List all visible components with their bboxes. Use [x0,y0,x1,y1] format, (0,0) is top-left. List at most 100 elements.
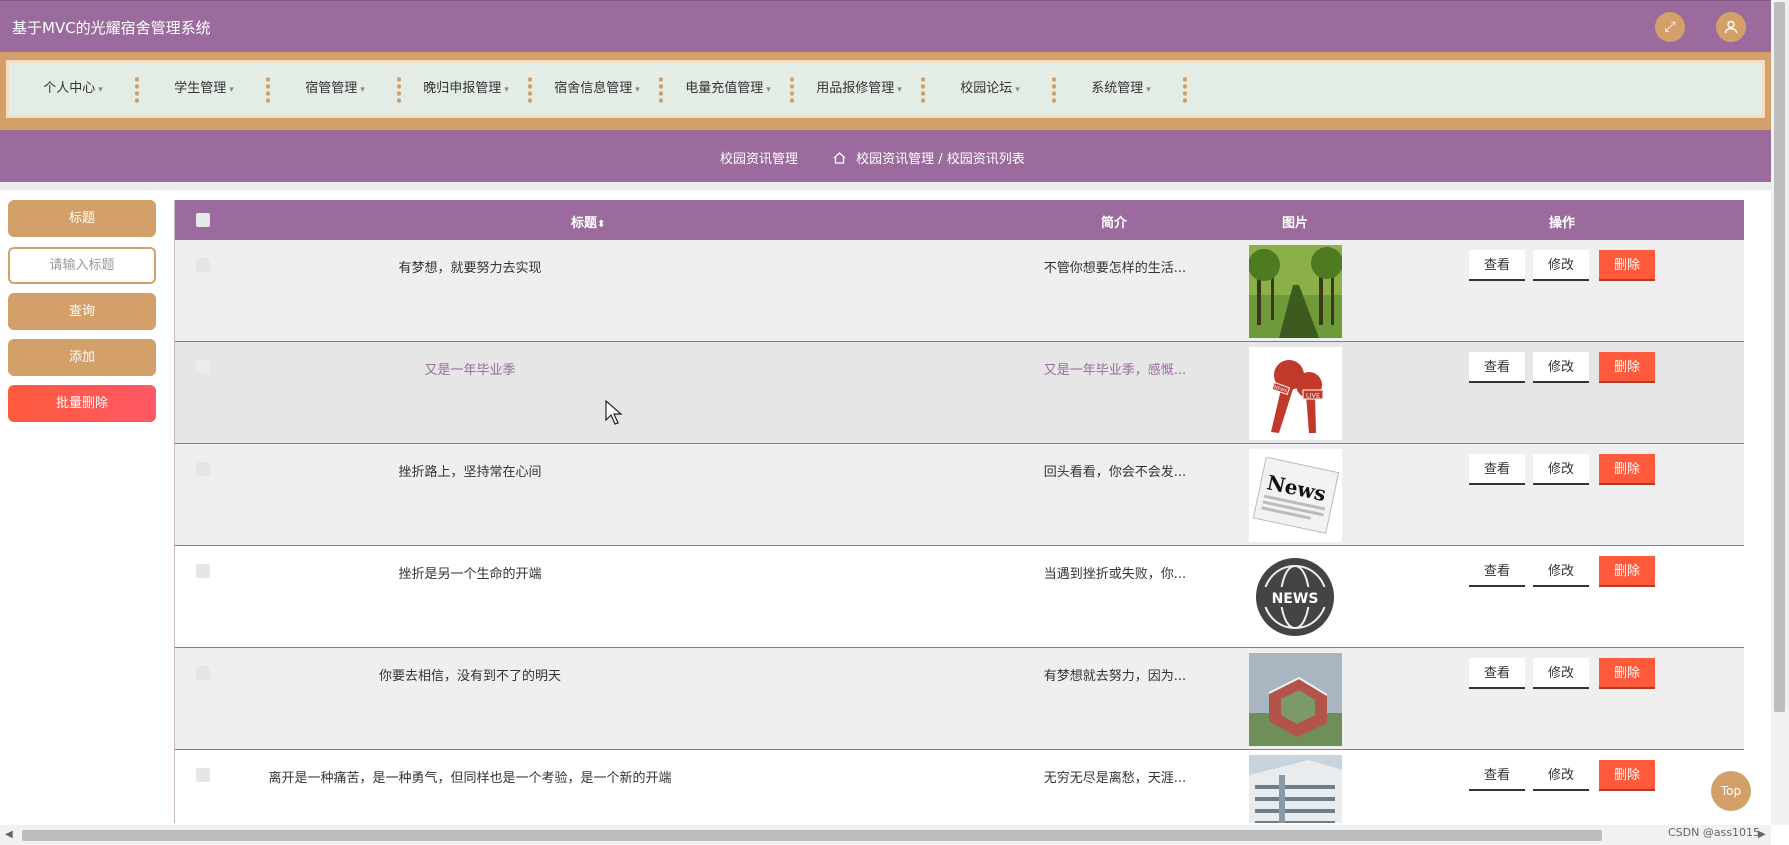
vertical-scroll-thumb[interactable] [1774,2,1785,712]
user-icon [1724,19,1738,35]
row-intro: 又是一年毕业季，感慨... [1043,363,1187,378]
horizontal-scrollbar[interactable]: ◀ ▶ [0,825,1771,845]
nav-item-system[interactable]: 系统管理 ▾ [1057,63,1185,115]
scroll-left-icon[interactable]: ◀ [5,829,13,840]
header-title-label: 标题 [571,216,598,231]
row-checkbox[interactable] [196,768,210,782]
edit-button[interactable]: 修改 [1533,556,1589,587]
delete-button[interactable]: 删除 [1599,352,1655,383]
nav-item-electricity[interactable]: 电量充值管理 ▾ [664,63,792,115]
row-intro: 无穷无尽是离愁，天涯... [1043,771,1187,786]
vertical-scrollbar[interactable] [1771,0,1789,825]
caret-down-icon: ▾ [229,85,234,95]
delete-button[interactable]: 删除 [1599,250,1655,281]
row-intro: 不管你想要怎样的生活... [1043,261,1187,276]
delete-button[interactable]: 删除 [1599,454,1655,485]
header-image: 图片 [1282,216,1309,231]
main-nav: 个人中心 ▾ 学生管理 ▾ 宿管管理 ▾ 晚归申报管理 ▾ 宿舍信息管理 ▾ 电量充值管理… [0,52,1771,130]
user-menu-button[interactable] [1716,12,1746,42]
nav-item-dorm-manager[interactable]: 宿管管理 ▾ [271,63,399,115]
nav-separator [1052,76,1056,104]
header-intro: 简介 [1101,216,1128,231]
nav-bar: 个人中心 ▾ 学生管理 ▾ 宿管管理 ▾ 晚归申报管理 ▾ 宿舍信息管理 ▾ 电量充值管理… [6,60,1765,118]
nav-label: 学生管理 [174,81,227,96]
breadcrumb-path[interactable]: 校园资讯管理 / 校园资讯列表 [856,152,1025,167]
nav-label: 用品报修管理 [816,81,895,96]
title-field-label: 标题 [8,200,156,237]
back-to-top-button[interactable]: Top [1711,771,1751,811]
nav-label: 校园论坛 [960,81,1013,96]
edit-button[interactable]: 修改 [1533,658,1589,689]
nav-label: 宿管管理 [305,81,358,96]
divider [0,182,1771,190]
view-button[interactable]: 查看 [1469,352,1525,383]
row-checkbox[interactable] [196,564,210,578]
sort-icon[interactable]: ⬍ [597,219,605,230]
row-checkbox[interactable] [196,258,210,272]
batch-delete-button[interactable]: 批量删除 [8,385,156,422]
edit-button[interactable]: 修改 [1533,250,1589,281]
header-title[interactable]: 标题⬍ [571,212,605,231]
forest-path-image [1249,245,1342,338]
newspaper-image: News [1249,449,1342,542]
nav-item-personal-center[interactable]: 个人中心 ▾ [9,63,137,115]
row-title: 又是一年毕业季 [424,363,516,378]
caret-down-icon: ▾ [766,85,771,95]
nav-separator [790,76,794,104]
row-intro: 当遇到挫折或失败，你... [1043,567,1187,582]
news-table: 标题⬍ 简介 图片 操作 有梦想，就要努力去实现 不管你想要怎样的生活... 查… [174,200,1744,823]
caret-down-icon: ▾ [360,85,365,95]
nav-item-late-return[interactable]: 晚归申报管理 ▾ [402,63,530,115]
news-globe-image: NEWS [1249,551,1342,644]
row-checkbox[interactable] [196,666,210,680]
nav-separator [397,76,401,104]
app-header: 基于MVC的光耀宿舍管理系统 ⤢ [0,0,1771,53]
view-button[interactable]: 查看 [1469,454,1525,485]
caret-down-icon: ▾ [897,85,902,95]
caret-down-icon: ▾ [98,85,103,95]
add-button[interactable]: 添加 [8,339,156,376]
nav-separator [921,76,925,104]
view-button[interactable]: 查看 [1469,250,1525,281]
edit-button[interactable]: 修改 [1533,760,1589,791]
table-row: 挫折路上，坚持常在心间 回头看看，你会不会发... News 查看 修改 删除 [175,444,1744,546]
horizontal-scroll-thumb[interactable] [22,830,1602,841]
home-icon[interactable] [833,152,850,167]
nav-label: 晚归申报管理 [423,81,502,96]
edit-button[interactable]: 修改 [1533,454,1589,485]
search-input[interactable]: 请输入标题 [8,247,156,284]
live-label: LIVE [1306,392,1320,400]
nav-separator [1183,76,1187,104]
query-button[interactable]: 查询 [8,293,156,330]
row-intro: 回头看看，你会不会发... [1043,465,1187,480]
table-header: 标题⬍ 简介 图片 操作 [175,200,1744,240]
row-title: 有梦想，就要努力去实现 [398,261,542,276]
delete-button[interactable]: 删除 [1599,658,1655,689]
fullscreen-button[interactable]: ⤢ [1655,12,1685,42]
nav-item-forum[interactable]: 校园论坛 ▾ [926,63,1054,115]
nav-item-dorm-info[interactable]: 宿舍信息管理 ▾ [533,63,661,115]
breadcrumb: 校园资讯管理 / 校园资讯列表 [833,148,1025,167]
nav-label: 宿舍信息管理 [554,81,633,96]
edit-button[interactable]: 修改 [1533,352,1589,383]
campus-aerial-image [1249,653,1342,746]
nav-item-student-management[interactable]: 学生管理 ▾ [140,63,268,115]
expand-icon: ⤢ [1664,19,1676,35]
nav-separator [266,76,270,104]
nav-item-repair[interactable]: 用品报修管理 ▾ [795,63,923,115]
view-button[interactable]: 查看 [1469,658,1525,689]
delete-button[interactable]: 删除 [1599,556,1655,587]
view-button[interactable]: 查看 [1469,760,1525,791]
caret-down-icon: ▾ [1146,85,1151,95]
view-button[interactable]: 查看 [1469,556,1525,587]
row-title: 挫折路上，坚持常在心间 [398,465,542,480]
breadcrumb-bar: 校园资讯管理 校园资讯管理 / 校园资讯列表 [0,130,1771,182]
caret-down-icon: ▾ [1015,85,1020,95]
delete-button[interactable]: 删除 [1599,760,1655,791]
app-title: 基于MVC的光耀宿舍管理系统 [12,19,211,37]
header-actions: 操作 [1549,216,1576,231]
select-all-checkbox[interactable] [196,213,210,227]
row-checkbox[interactable] [196,360,210,374]
table-row: 你要去相信，没有到不了的明天 有梦想就去努力，因为... 查看 修改 删除 [175,648,1744,750]
row-checkbox[interactable] [196,462,210,476]
